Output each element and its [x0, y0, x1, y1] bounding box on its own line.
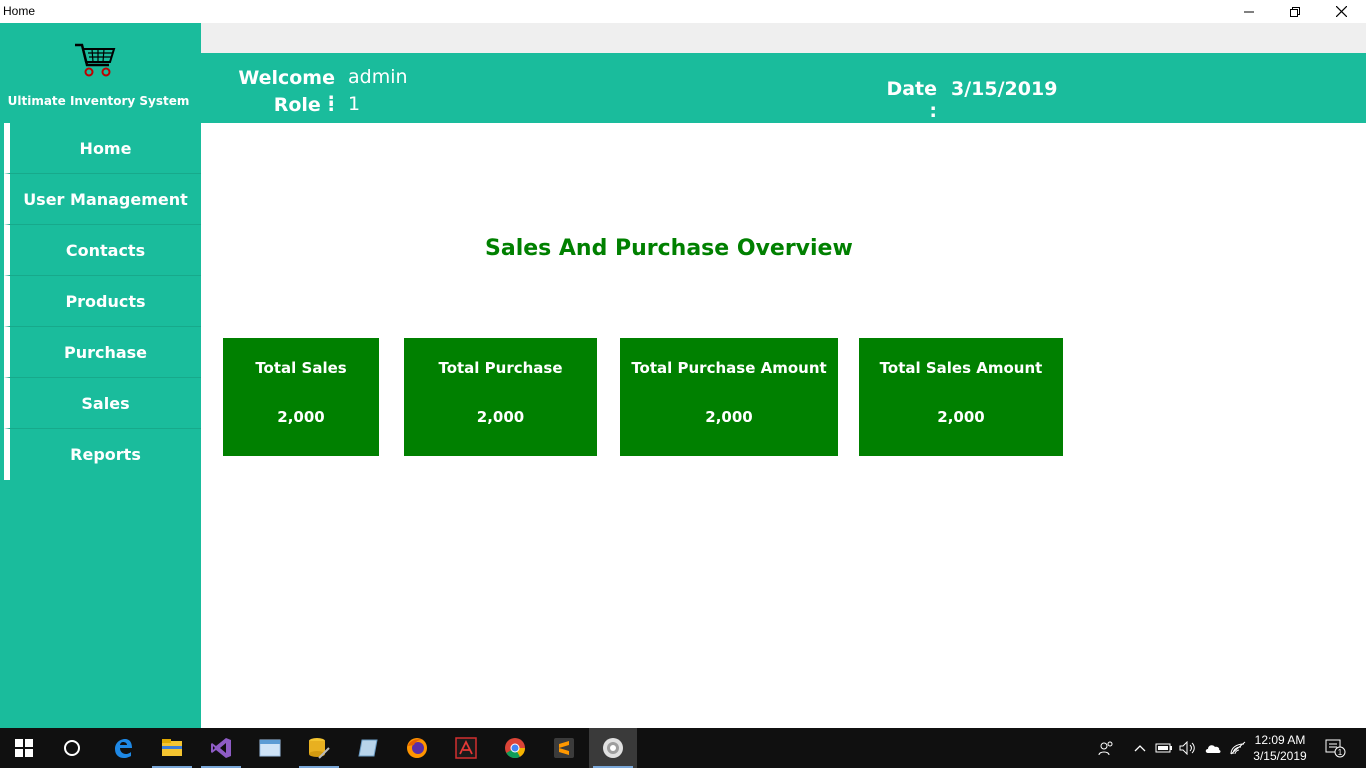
stat-card-value: 2,000	[476, 408, 525, 426]
taskbar-window-app[interactable]	[246, 728, 294, 768]
taskbar-running-app[interactable]	[589, 728, 637, 768]
sidebar-item-contacts[interactable]: Contacts	[4, 225, 201, 276]
cortana-search-button[interactable]	[48, 728, 96, 768]
stat-card-title: Total Purchase Amount	[631, 359, 827, 377]
taskbar-notes[interactable]	[344, 728, 392, 768]
notification-icon: 1	[1325, 739, 1346, 758]
role-value: 1	[348, 93, 361, 115]
taskbar-firefox[interactable]	[393, 728, 441, 768]
sublime-text-icon	[554, 738, 574, 758]
welcome-value: admin	[348, 66, 408, 88]
taskbar-chrome[interactable]	[491, 728, 539, 768]
sidebar-nav: Home User Management Contacts Products P…	[4, 123, 201, 480]
restore-icon	[1290, 6, 1300, 17]
acrobat-icon	[455, 737, 477, 759]
window-title: Home	[3, 4, 36, 18]
taskbar-visual-studio[interactable]	[197, 728, 245, 768]
window-app-icon	[259, 739, 281, 757]
header-bar: Welcome : admin Role : 1 Date : 3/15/201…	[201, 53, 1366, 123]
shopping-cart-icon	[75, 43, 116, 77]
clock-date: 3/15/2019	[1253, 749, 1307, 763]
stat-card-total-sales-amount: Total Sales Amount 2,000	[859, 338, 1063, 456]
volume-button[interactable]	[1177, 728, 1199, 768]
cloud-icon	[1205, 745, 1221, 753]
minimize-icon	[1244, 11, 1254, 12]
battery-icon	[1155, 743, 1172, 753]
stat-card-value: 2,000	[937, 408, 985, 426]
role-label: Role :	[273, 94, 335, 116]
stat-card-title: Total Sales Amount	[879, 359, 1043, 377]
date-label: Date :	[886, 78, 937, 122]
file-explorer-icon	[162, 739, 182, 756]
battery-button[interactable]	[1153, 728, 1175, 768]
logo-area: Ultimate Inventory System	[0, 23, 201, 123]
date-value: 3/15/2019	[951, 78, 1058, 100]
sidebar-item-home[interactable]: Home	[4, 123, 201, 174]
close-button[interactable]	[1318, 0, 1364, 23]
stat-card-total-sales: Total Sales 2,000	[223, 338, 379, 456]
windows-start-icon	[15, 739, 33, 757]
chevron-up-icon	[1134, 745, 1146, 752]
taskbar-edge[interactable]	[99, 728, 147, 768]
sidebar-item-user-management[interactable]: User Management	[4, 174, 201, 225]
stat-card-total-purchase-amount: Total Purchase Amount 2,000	[620, 338, 838, 456]
people-button[interactable]	[1094, 728, 1118, 768]
close-icon	[1335, 6, 1347, 17]
stat-card-value: 2,000	[705, 408, 753, 426]
notes-icon	[358, 739, 378, 757]
sidebar: Ultimate Inventory System Home User Mana…	[0, 23, 201, 728]
taskbar-acrobat[interactable]	[442, 728, 490, 768]
tray-overflow-button[interactable]	[1130, 728, 1150, 768]
wifi-icon	[1230, 741, 1246, 755]
sidebar-item-sales[interactable]: Sales	[4, 378, 201, 429]
stat-card-title: Total Purchase	[438, 359, 563, 377]
firefox-icon	[407, 738, 427, 758]
window-title-bar: Home	[0, 0, 1366, 23]
taskbar-sublime[interactable]	[540, 728, 588, 768]
action-center-button[interactable]: 1	[1320, 728, 1350, 768]
chrome-icon	[505, 738, 526, 759]
restore-button[interactable]	[1272, 0, 1318, 23]
taskbar-clock[interactable]: 12:09 AM 3/15/2019	[1246, 732, 1314, 764]
sidebar-item-reports[interactable]: Reports	[4, 429, 201, 480]
taskbar: 12:09 AM 3/15/2019 1	[0, 728, 1366, 768]
stat-card-value: 2,000	[277, 408, 325, 426]
windows-start-button[interactable]	[0, 728, 48, 768]
taskbar-database-tool[interactable]	[295, 728, 343, 768]
onedrive-button[interactable]	[1201, 728, 1225, 768]
edge-icon	[115, 739, 132, 758]
sidebar-item-products[interactable]: Products	[4, 276, 201, 327]
page-title: Sales And Purchase Overview	[485, 236, 853, 261]
stat-card-total-purchase: Total Purchase 2,000	[404, 338, 597, 456]
app-name: Ultimate Inventory System	[7, 94, 190, 108]
people-icon	[1098, 741, 1113, 756]
running-app-icon	[603, 738, 623, 758]
taskbar-file-explorer[interactable]	[148, 728, 196, 768]
database-tool-icon	[309, 738, 330, 759]
volume-icon	[1179, 741, 1195, 755]
cortana-search-icon	[64, 740, 80, 756]
stat-card-title: Total Sales	[255, 359, 347, 377]
minimize-button[interactable]	[1226, 0, 1272, 23]
visual-studio-icon	[211, 738, 231, 758]
clock-time: 12:09 AM	[1254, 733, 1306, 747]
top-strip	[201, 23, 1366, 53]
sidebar-item-purchase[interactable]: Purchase	[4, 327, 201, 378]
notification-count: 1	[1338, 748, 1343, 757]
